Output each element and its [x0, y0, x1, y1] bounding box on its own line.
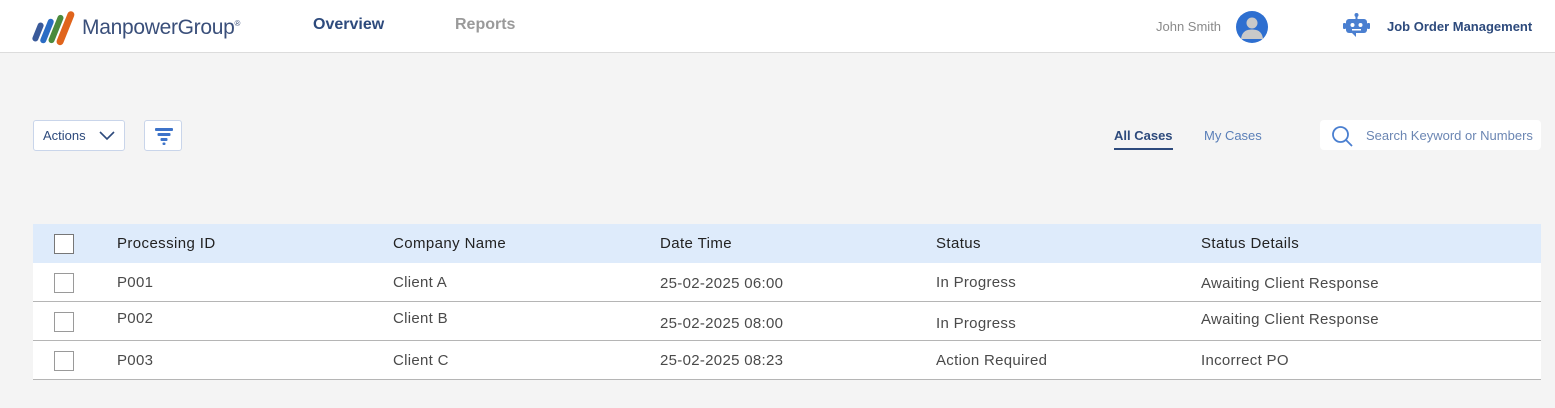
user-avatar-icon[interactable] [1236, 11, 1268, 43]
registered-mark: ® [234, 19, 241, 28]
date-time-cell: 25-02-2025 08:23 [660, 352, 784, 369]
table-row[interactable]: P001 Client A 25-02-2025 06:00 In Progre… [33, 263, 1541, 302]
date-time-cell: 25-02-2025 08:00 [660, 315, 784, 332]
row-checkbox[interactable] [54, 311, 74, 332]
column-header-status-details[interactable]: Status Details [1201, 224, 1299, 263]
tab-my-cases[interactable]: My Cases [1204, 128, 1262, 143]
select-all-checkbox[interactable] [54, 233, 74, 254]
select-all-cell [54, 224, 74, 263]
tab-all-cases[interactable]: All Cases [1114, 128, 1173, 150]
column-header-processing-id[interactable]: Processing ID [117, 224, 216, 263]
funnel-filter-icon [155, 128, 173, 145]
top-navigation-bar: ManpowerGroup® Overview Reports John Smi… [0, 0, 1555, 53]
status-details-cell: Awaiting Client Response [1201, 311, 1379, 328]
date-time-cell: 25-02-2025 06:00 [660, 275, 784, 292]
processing-id-cell: P002 [117, 310, 154, 327]
company-name-cell: Client B [393, 310, 448, 327]
actions-label: Actions [43, 128, 86, 143]
status-cell: In Progress [936, 315, 1016, 332]
user-name: John Smith [1156, 19, 1222, 34]
nav-tab-overview[interactable]: Overview [313, 16, 384, 34]
filter-button[interactable] [144, 120, 182, 151]
search-input[interactable] [1366, 126, 1536, 144]
status-details-cell: Awaiting Client Response [1201, 275, 1379, 292]
table-header-row: Processing ID Company Name Date Time Sta… [33, 224, 1541, 263]
manpowergroup-logo[interactable]: ManpowerGroup® [32, 8, 240, 48]
actions-dropdown[interactable]: Actions [33, 120, 125, 151]
column-header-date-time[interactable]: Date Time [660, 224, 732, 263]
search-box [1320, 120, 1541, 150]
chevron-down-icon [99, 131, 115, 141]
company-name-cell: Client C [393, 352, 449, 369]
status-cell: In Progress [936, 274, 1016, 291]
company-name-cell: Client A [393, 274, 448, 291]
status-cell: Action Required [936, 352, 1048, 369]
robot-icon[interactable] [1343, 13, 1370, 40]
row-select-cell [54, 341, 74, 380]
processing-id-cell: P003 [117, 352, 154, 369]
logo-mark-icon [32, 11, 75, 46]
brand-name: ManpowerGroup [82, 16, 235, 39]
row-select-cell [54, 302, 74, 341]
table-row[interactable]: P002 Client B 25-02-2025 08:00 In Progre… [33, 302, 1541, 341]
nav-tab-reports[interactable]: Reports [455, 16, 515, 34]
row-checkbox[interactable] [54, 350, 74, 371]
row-checkbox[interactable] [54, 272, 74, 293]
cases-table: Processing ID Company Name Date Time Sta… [33, 224, 1541, 380]
avatar-silhouette-icon [1241, 17, 1263, 39]
search-icon[interactable] [1331, 125, 1355, 147]
processing-id-cell: P001 [117, 274, 154, 291]
logo-text: ManpowerGroup® [82, 16, 240, 40]
column-header-status[interactable]: Status [936, 224, 981, 263]
column-header-company-name[interactable]: Company Name [393, 224, 506, 263]
status-details-cell: Incorrect PO [1201, 352, 1289, 369]
table-row[interactable]: P003 Client C 25-02-2025 08:23 Action Re… [33, 341, 1541, 380]
job-order-management-link[interactable]: Job Order Management [1387, 19, 1532, 34]
row-select-cell [54, 263, 74, 302]
